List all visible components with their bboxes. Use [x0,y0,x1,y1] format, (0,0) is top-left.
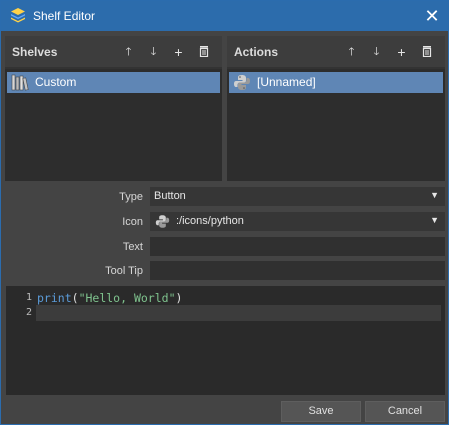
icon-select[interactable]: :/icons/python ▼ [150,212,445,231]
code-paren-close: ) [175,291,183,305]
shelf-label: Custom [35,75,77,89]
books-icon [11,74,29,91]
icon-value: :/icons/python [176,215,244,227]
line-number: 1 [25,292,32,303]
code-paren-open: ( [71,291,79,305]
shelves-list[interactable]: Custom [5,69,222,181]
close-icon[interactable]: ✕ [416,1,448,31]
save-button[interactable]: Save [281,401,361,422]
line-number-gutter: 1 2 [6,286,36,395]
type-value: Button [154,190,186,202]
shelf-move-down-icon[interactable]: 🡓 [141,44,166,60]
code-keyword: print [37,291,72,305]
action-delete-icon[interactable] [414,44,439,60]
type-label: Type [119,191,143,203]
tooltip-input[interactable] [150,261,445,280]
window-title: Shelf Editor [33,9,96,23]
shelf-add-icon[interactable]: + [166,44,191,60]
tooltip-label: Tool Tip [105,265,143,277]
action-move-down-icon[interactable]: 🡓 [364,44,389,60]
shelf-delete-icon[interactable] [191,44,216,60]
type-select[interactable]: Button ▼ [150,187,445,206]
code-editor[interactable]: 1 2 print("Hello, World") [6,286,445,395]
icon-label: Icon [122,216,143,228]
action-move-up-icon[interactable]: 🡑 [339,44,364,60]
actions-panel: Actions 🡑 🡓 + [Unnamed] [227,36,445,181]
action-add-icon[interactable]: + [389,44,414,60]
cancel-button[interactable]: Cancel [365,401,445,422]
python-icon [234,75,250,90]
chevron-down-icon: ▼ [430,190,439,200]
shelf-editor-window: Shelf Editor ✕ Shelves 🡑 🡓 + Custom Acti… [0,0,449,425]
line-number: 2 [25,307,32,318]
list-item[interactable]: Custom [7,72,220,93]
text-label: Text [122,241,143,253]
code-line-1: print("Hello, World") [37,291,182,305]
shelves-header: Shelves 🡑 🡓 + [5,36,222,67]
shelves-heading: Shelves [12,45,58,59]
python-icon [155,215,170,228]
text-input[interactable] [150,237,445,256]
actions-list[interactable]: [Unnamed] [227,69,445,181]
shelf-app-icon [11,8,25,23]
title-bar[interactable]: Shelf Editor ✕ [1,1,448,31]
list-item[interactable]: [Unnamed] [229,72,443,93]
shelves-panel: Shelves 🡑 🡓 + Custom [5,36,222,181]
actions-header: Actions 🡑 🡓 + [227,36,445,67]
code-string: "Hello, World" [78,291,176,305]
shelf-move-up-icon[interactable]: 🡑 [116,44,141,60]
actions-heading: Actions [234,45,279,59]
action-label: [Unnamed] [257,75,316,89]
chevron-down-icon: ▼ [430,215,439,225]
current-line-highlight [36,305,441,321]
